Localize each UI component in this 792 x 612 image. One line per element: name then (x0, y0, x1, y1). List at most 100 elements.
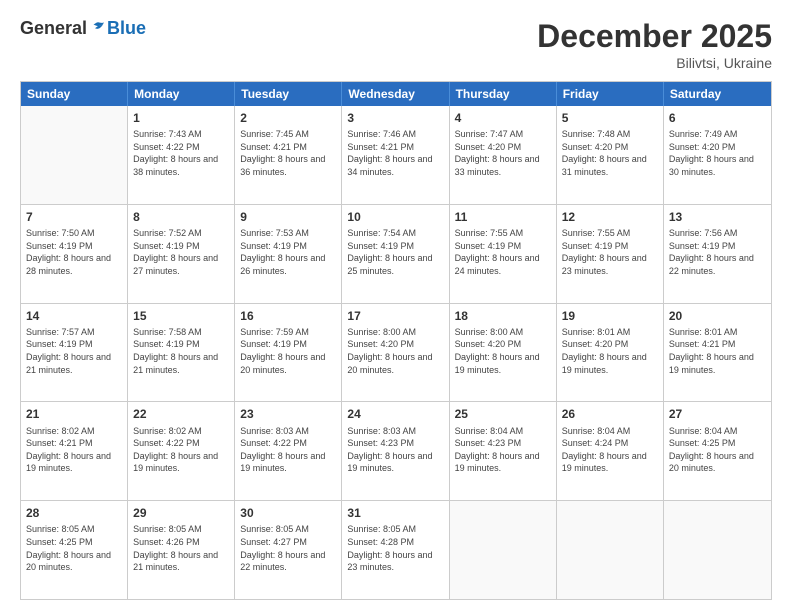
calendar-cell: 11 Sunrise: 7:55 AMSunset: 4:19 PMDayligh… (450, 205, 557, 303)
calendar-row: 1 Sunrise: 7:43 AMSunset: 4:22 PMDaylight… (21, 106, 771, 205)
day-info: Sunrise: 7:57 AMSunset: 4:19 PMDaylight:… (26, 326, 122, 376)
day-number: 30 (240, 505, 336, 521)
day-info: Sunrise: 8:00 AMSunset: 4:20 PMDaylight:… (455, 326, 551, 376)
day-number: 19 (562, 308, 658, 324)
day-info: Sunrise: 7:43 AMSunset: 4:22 PMDaylight:… (133, 128, 229, 178)
calendar-cell: 21 Sunrise: 8:02 AMSunset: 4:21 PMDayligh… (21, 402, 128, 500)
day-number: 5 (562, 110, 658, 126)
calendar-cell: 30 Sunrise: 8:05 AMSunset: 4:27 PMDayligh… (235, 501, 342, 599)
day-info: Sunrise: 8:05 AMSunset: 4:25 PMDaylight:… (26, 523, 122, 573)
day-number: 28 (26, 505, 122, 521)
day-info: Sunrise: 8:01 AMSunset: 4:20 PMDaylight:… (562, 326, 658, 376)
calendar-row: 7Sunrise: 7:50 AMSunset: 4:19 PMDaylight… (21, 205, 771, 304)
day-number: 20 (669, 308, 766, 324)
weekday-header: Friday (557, 82, 664, 106)
calendar-row: 14Sunrise: 7:57 AMSunset: 4:19 PMDayligh… (21, 304, 771, 403)
calendar-cell: 9Sunrise: 7:53 AMSunset: 4:19 PMDaylight… (235, 205, 342, 303)
calendar-cell: 2Sunrise: 7:45 AMSunset: 4:21 PMDaylight… (235, 106, 342, 204)
day-info: Sunrise: 8:04 AMSunset: 4:23 PMDaylight:… (455, 425, 551, 475)
calendar-cell: 14Sunrise: 7:57 AMSunset: 4:19 PMDayligh… (21, 304, 128, 402)
day-info: Sunrise: 8:04 AMSunset: 4:24 PMDaylight:… (562, 425, 658, 475)
day-info: Sunrise: 8:05 AMSunset: 4:26 PMDaylight:… (133, 523, 229, 573)
day-info: Sunrise: 7:46 AMSunset: 4:21 PMDaylight:… (347, 128, 443, 178)
day-info: Sunrise: 7:48 AMSunset: 4:20 PMDaylight:… (562, 128, 658, 178)
day-number: 23 (240, 406, 336, 422)
calendar-cell: 16Sunrise: 7:59 AMSunset: 4:19 PMDayligh… (235, 304, 342, 402)
day-info: Sunrise: 7:52 AMSunset: 4:19 PMDaylight:… (133, 227, 229, 277)
calendar-cell: 26Sunrise: 8:04 AMSunset: 4:24 PMDayligh… (557, 402, 664, 500)
day-number: 6 (669, 110, 766, 126)
calendar-cell: 19 Sunrise: 8:01 AMSunset: 4:20 PMDayligh… (557, 304, 664, 402)
calendar-cell: 27Sunrise: 8:04 AMSunset: 4:25 PMDayligh… (664, 402, 771, 500)
day-number: 22 (133, 406, 229, 422)
logo-general-text: General (20, 18, 87, 39)
calendar-cell (21, 106, 128, 204)
calendar-cell: 7Sunrise: 7:50 AMSunset: 4:19 PMDaylight… (21, 205, 128, 303)
day-info: Sunrise: 7:47 AMSunset: 4:20 PMDaylight:… (455, 128, 551, 178)
weekday-header: Sunday (21, 82, 128, 106)
day-info: Sunrise: 7:55 AMSunset: 4:19 PMDaylight:… (455, 227, 551, 277)
calendar-cell: 18 Sunrise: 8:00 AMSunset: 4:20 PMDayligh… (450, 304, 557, 402)
calendar-cell: 28 Sunrise: 8:05 AMSunset: 4:25 PMDayligh… (21, 501, 128, 599)
day-info: Sunrise: 8:00 AMSunset: 4:20 PMDaylight:… (347, 326, 443, 376)
day-info: Sunrise: 8:02 AMSunset: 4:21 PMDaylight:… (26, 425, 122, 475)
calendar-cell: 12Sunrise: 7:55 AMSunset: 4:19 PMDayligh… (557, 205, 664, 303)
calendar-cell: 29Sunrise: 8:05 AMSunset: 4:26 PMDayligh… (128, 501, 235, 599)
day-number: 21 (26, 406, 122, 422)
day-info: Sunrise: 7:49 AMSunset: 4:20 PMDaylight:… (669, 128, 766, 178)
day-number: 1 (133, 110, 229, 126)
day-number: 10 (347, 209, 443, 225)
calendar-cell (450, 501, 557, 599)
day-number: 15 (133, 308, 229, 324)
weekday-header: Monday (128, 82, 235, 106)
calendar-cell: 3 Sunrise: 7:46 AMSunset: 4:21 PMDaylight… (342, 106, 449, 204)
calendar-body: 1 Sunrise: 7:43 AMSunset: 4:22 PMDaylight… (21, 106, 771, 599)
day-number: 25 (455, 406, 551, 422)
day-info: Sunrise: 7:58 AMSunset: 4:19 PMDaylight:… (133, 326, 229, 376)
weekday-header: Wednesday (342, 82, 449, 106)
calendar-cell (557, 501, 664, 599)
day-number: 27 (669, 406, 766, 422)
day-number: 4 (455, 110, 551, 126)
day-number: 8 (133, 209, 229, 225)
logo-blue-text: Blue (107, 18, 146, 39)
day-number: 12 (562, 209, 658, 225)
calendar-cell (664, 501, 771, 599)
day-info: Sunrise: 8:05 AMSunset: 4:27 PMDaylight:… (240, 523, 336, 573)
day-number: 18 (455, 308, 551, 324)
day-info: Sunrise: 7:50 AMSunset: 4:19 PMDaylight:… (26, 227, 122, 277)
day-number: 2 (240, 110, 336, 126)
title-block: December 2025 Bilivtsi, Ukraine (537, 18, 772, 71)
calendar-cell: 10 Sunrise: 7:54 AMSunset: 4:19 PMDayligh… (342, 205, 449, 303)
calendar-cell: 22 Sunrise: 8:02 AMSunset: 4:22 PMDayligh… (128, 402, 235, 500)
calendar-cell: 1 Sunrise: 7:43 AMSunset: 4:22 PMDaylight… (128, 106, 235, 204)
day-info: Sunrise: 8:02 AMSunset: 4:22 PMDaylight:… (133, 425, 229, 475)
calendar-cell: 15 Sunrise: 7:58 AMSunset: 4:19 PMDayligh… (128, 304, 235, 402)
calendar-cell: 20Sunrise: 8:01 AMSunset: 4:21 PMDayligh… (664, 304, 771, 402)
day-info: Sunrise: 8:03 AMSunset: 4:22 PMDaylight:… (240, 425, 336, 475)
calendar-cell: 5 Sunrise: 7:48 AMSunset: 4:20 PMDaylight… (557, 106, 664, 204)
calendar-cell: 23 Sunrise: 8:03 AMSunset: 4:22 PMDayligh… (235, 402, 342, 500)
calendar-header: SundayMondayTuesdayWednesdayThursdayFrid… (21, 82, 771, 106)
day-number: 3 (347, 110, 443, 126)
calendar-cell: 8 Sunrise: 7:52 AMSunset: 4:19 PMDaylight… (128, 205, 235, 303)
calendar-cell: 13Sunrise: 7:56 AMSunset: 4:19 PMDayligh… (664, 205, 771, 303)
day-number: 11 (455, 209, 551, 225)
day-info: Sunrise: 8:05 AMSunset: 4:28 PMDaylight:… (347, 523, 443, 573)
weekday-header: Saturday (664, 82, 771, 106)
logo-bird-icon (89, 20, 107, 38)
day-info: Sunrise: 7:54 AMSunset: 4:19 PMDaylight:… (347, 227, 443, 277)
day-info: Sunrise: 8:03 AMSunset: 4:23 PMDaylight:… (347, 425, 443, 475)
calendar-cell: 17 Sunrise: 8:00 AMSunset: 4:20 PMDayligh… (342, 304, 449, 402)
logo: General Blue (20, 18, 146, 39)
calendar: SundayMondayTuesdayWednesdayThursdayFrid… (20, 81, 772, 600)
calendar-cell: 6 Sunrise: 7:49 AMSunset: 4:20 PMDaylight… (664, 106, 771, 204)
calendar-row: 21 Sunrise: 8:02 AMSunset: 4:21 PMDayligh… (21, 402, 771, 501)
day-info: Sunrise: 7:59 AMSunset: 4:19 PMDaylight:… (240, 326, 336, 376)
weekday-header: Tuesday (235, 82, 342, 106)
header: General Blue December 2025 Bilivtsi, Ukr… (20, 18, 772, 71)
month-title: December 2025 (537, 18, 772, 55)
day-number: 31 (347, 505, 443, 521)
calendar-cell: 4 Sunrise: 7:47 AMSunset: 4:20 PMDaylight… (450, 106, 557, 204)
day-number: 17 (347, 308, 443, 324)
